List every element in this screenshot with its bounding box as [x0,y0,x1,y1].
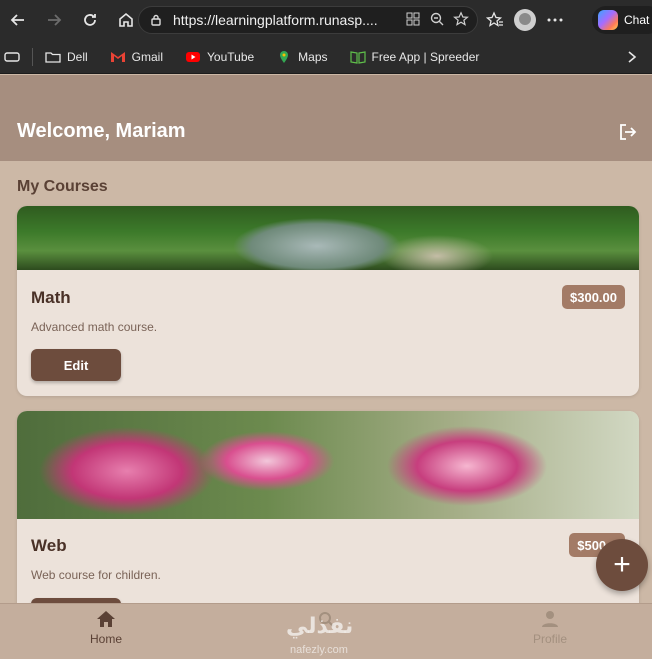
star-icon[interactable] [453,11,469,27]
copilot-icon [598,10,618,30]
browser-toolbar: https://learningplatform.runasp.... Chat [0,0,652,40]
home-outline-icon [119,12,133,27]
bookmarks-bar: Dell Gmail YouTube Maps Free App | Spree… [0,40,652,74]
arrow-left-icon [10,14,24,26]
copilot-chat-button[interactable]: Chat [592,6,652,34]
course-image-lily [17,411,639,519]
folder-icon [45,51,61,63]
chevron-right-icon[interactable] [626,50,638,64]
site-info-icon[interactable] [149,13,163,27]
app-header [0,75,652,161]
bookmark-gmail[interactable]: Gmail [110,50,163,64]
course-description: Advanced math course. [31,320,158,334]
bookmark-separator [32,47,33,66]
watermark-logo: نفذلي [286,614,354,639]
welcome-title: Welcome, Mariam [17,120,186,142]
nav-profile-label: Profile [532,632,567,646]
collections-icon[interactable] [4,50,20,64]
course-name: Web [31,536,67,555]
nav-home-label: Home [89,632,122,646]
logout-icon [620,124,637,140]
maps-pin-icon [280,50,289,63]
chat-label: Chat [624,13,650,27]
refresh-button[interactable] [72,0,108,40]
profile-avatar-icon[interactable] [514,9,536,31]
logout-button[interactable] [618,122,638,142]
plus-icon: + [613,548,631,581]
arrow-right-icon [48,14,62,26]
bookmark-maps[interactable]: Maps [276,50,328,64]
nav-profile[interactable]: Profile [510,610,590,646]
more-options-icon[interactable] [546,11,564,29]
price-badge: $300.00 [562,285,625,309]
gmail-icon [110,51,125,62]
watermark-url: nafezly.com [290,644,348,656]
favorites-icon[interactable] [486,11,504,29]
nav-home[interactable]: Home [66,610,146,646]
book-icon [349,50,366,64]
address-bar[interactable]: https://learningplatform.runasp.... [138,6,478,34]
apps-icon[interactable] [405,11,421,27]
back-button[interactable] [0,0,36,40]
person-icon [542,611,558,627]
edit-button[interactable]: Edit [31,349,121,381]
course-card[interactable]: Math $300.00 Advanced math course. Edit [17,206,639,396]
section-title: My Courses [17,178,108,195]
course-card[interactable]: Web $500.0 Web course for children. Edit [17,411,639,621]
bookmark-dell[interactable]: Dell [45,50,88,64]
zoom-icon[interactable] [429,11,445,27]
refresh-icon [84,14,96,26]
forward-button[interactable] [36,0,72,40]
youtube-icon [186,51,201,62]
url-text[interactable]: https://learningplatform.runasp.... [173,12,378,28]
bookmark-spreeder[interactable]: Free App | Spreeder [349,50,479,64]
course-name: Math [31,288,71,307]
bookmark-youtube[interactable]: YouTube [185,50,254,64]
add-course-button[interactable]: + [596,539,648,591]
home-icon [97,611,115,627]
course-image-forest [17,206,639,270]
course-description: Web course for children. [31,568,161,582]
